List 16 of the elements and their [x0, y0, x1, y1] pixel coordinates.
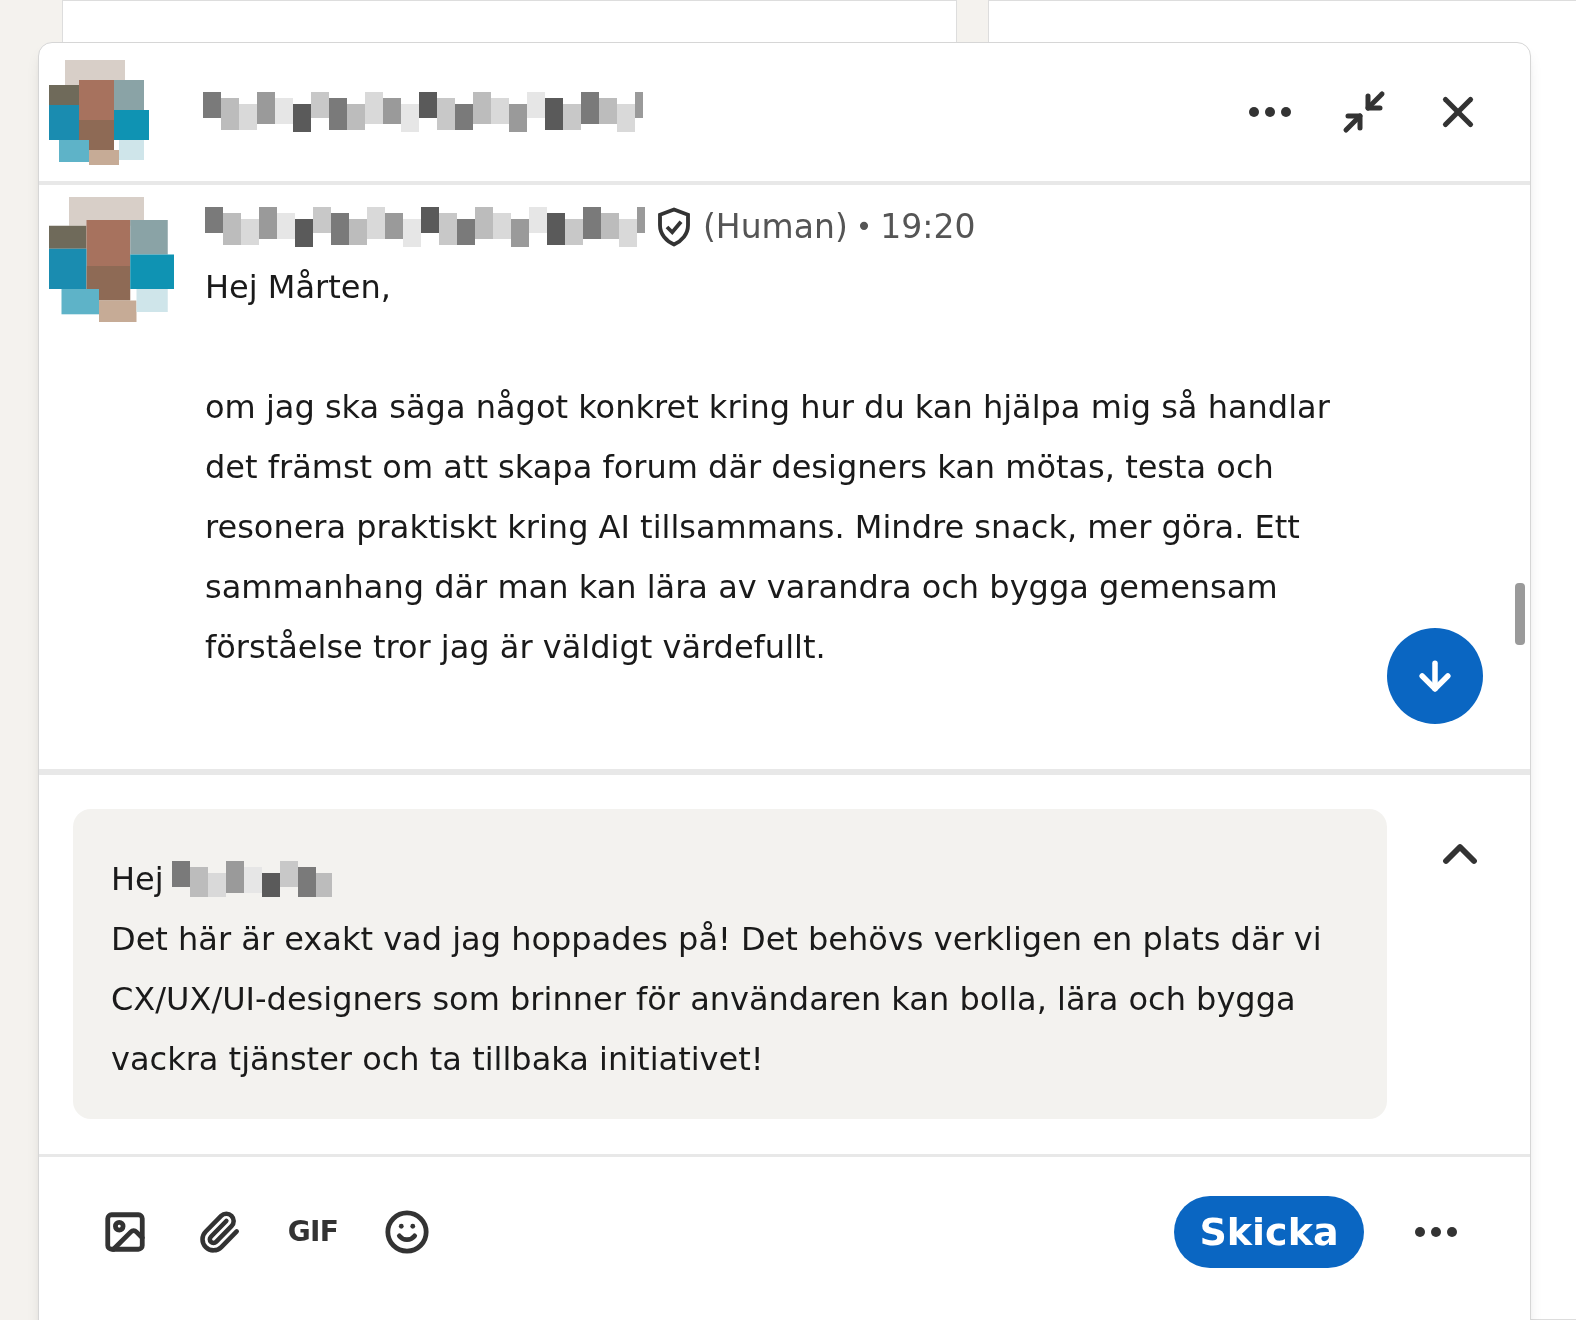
send-button[interactable]: Skicka: [1174, 1196, 1364, 1268]
message-input-field[interactable]: Hej Det här är exakt vad jag hoppades på! Det behövs verkligen en plats där vi CX/UX/UI-designers som brinner för användaren kan bolla, lära och bygga vackra tjänster och ta tillbaka initiativet!: [73, 809, 1387, 1119]
more-icon: [1249, 107, 1291, 117]
draft-text: Det här är exakt vad jag hoppades på! Det behövs verkligen en plats där vi CX/UX/UI-designers som brinner för användaren kan bolla, lära och bygga vackra tjänster och ta tillbaka initiativet!: [111, 919, 1323, 1080]
separator: •: [855, 209, 873, 245]
more-icon: [1415, 1227, 1457, 1237]
message-time: 19:20: [880, 206, 976, 249]
image-icon: [102, 1209, 148, 1255]
draft-greeting: Hej: [111, 859, 164, 900]
message-paragraph: om jag ska säga något konkret kring hur du kan hjälpa mig så handlar det främst om att skapa forum där designers kan mötas, testa och resonera praktiskt kring AI tillsammans. Mindre snack, mer göra. Ett sammanhang där man kan lära av varandra och bygga gemensam förståelse tror jag är väldigt värdefullt.: [205, 387, 1331, 668]
sender-tag: (Human): [703, 202, 848, 252]
gif-button[interactable]: GIF: [285, 1204, 341, 1260]
scrollbar-thumb: [1515, 583, 1525, 645]
paperclip-icon: [197, 1210, 241, 1254]
message-paragraph: Hej Mårten,: [205, 267, 392, 308]
smiley-icon: [384, 1209, 430, 1255]
